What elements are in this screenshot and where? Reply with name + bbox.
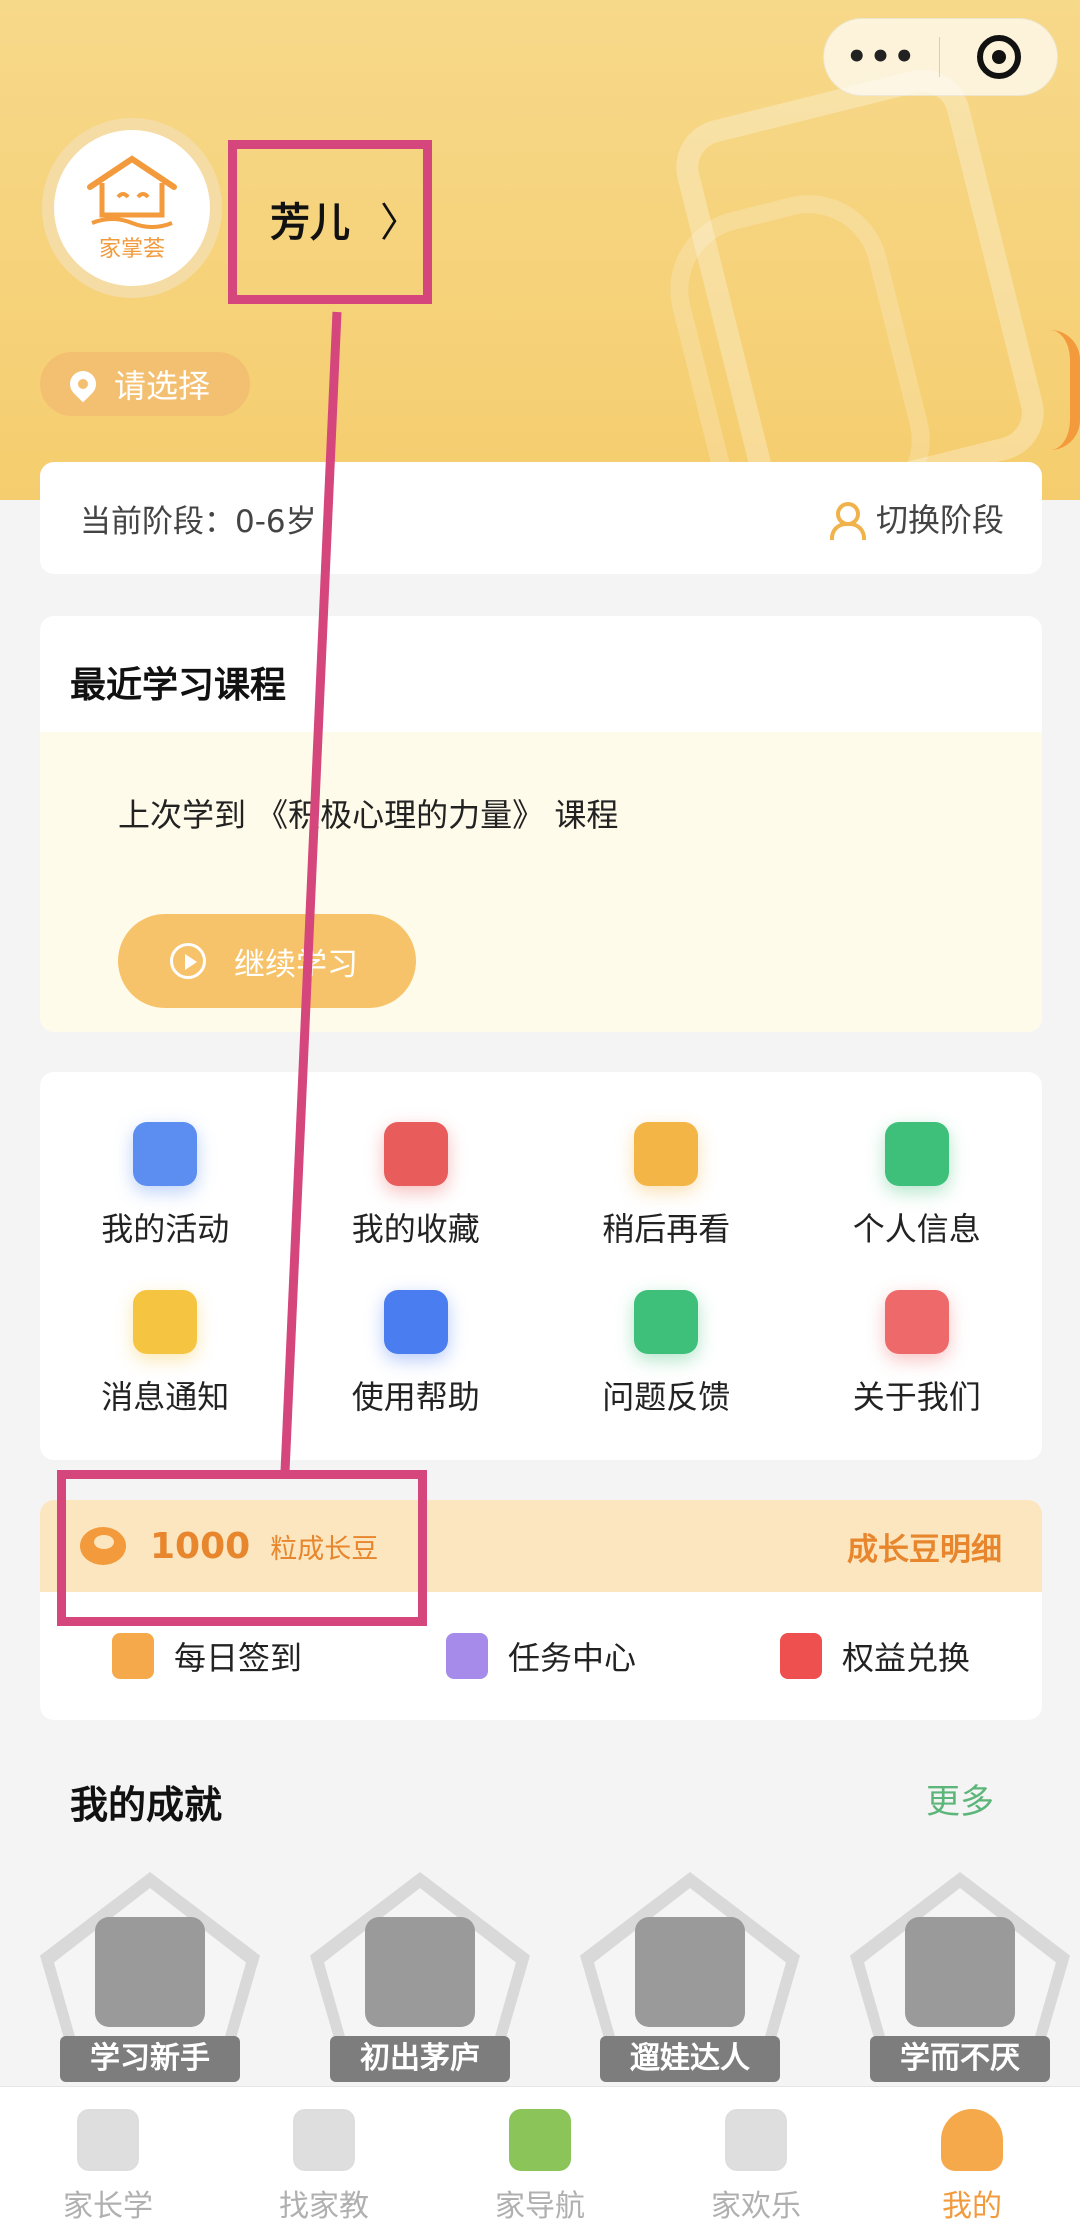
location-selector[interactable]: 请选择 [40,352,250,416]
feature-item[interactable]: 关于我们 [792,1270,1043,1438]
house-logo-icon [87,155,177,229]
more-dots-icon[interactable]: ••• [824,37,939,77]
badge-label: 初出茅庐 [330,2036,510,2082]
feature-item[interactable]: 稍后再看 [541,1102,792,1270]
badge-art-icon [905,1917,1015,2027]
beans-action-label: 任务中心 [507,1639,636,1677]
bottom-tab-bar: 家长学 找家教 家导航 家欢乐 我的 [0,2086,1080,2229]
tab-label: 找家教 [279,2189,369,2224]
tab-item[interactable]: 家导航 [432,2087,648,2229]
location-pin-icon [64,365,102,403]
current-stage: 当前阶段：0-6岁 [80,503,317,540]
user-icon [941,2109,1003,2171]
recent-course-body: 上次学到 《积极心理的力量》 课程 继续学习 [40,732,1042,1032]
feature-grid: 我的活动 我的收藏 稍后再看 个人信息消息通知 使用帮助 问题反馈 关于我们 [40,1072,1042,1460]
achievement-badge[interactable]: 学习新手 [40,1872,260,2082]
stage-card: 当前阶段：0-6岁 切换阶段 [40,462,1042,574]
help-doc-icon [383,1290,448,1354]
tab-item[interactable]: 找家教 [216,2087,432,2229]
id-card-icon [884,1122,949,1186]
feature-label: 使用帮助 [351,1378,480,1416]
document-search-icon [293,2109,355,2171]
feature-label: 我的活动 [101,1210,230,1248]
location-label: 请选择 [114,367,211,405]
user-card-icon [884,1290,949,1354]
tab-label: 家长学 [63,2189,153,2224]
feature-label: 稍后再看 [602,1210,731,1248]
graduation-cap-icon [77,2109,139,2171]
task-list-icon [445,1633,488,1679]
play-circle-icon [170,943,206,979]
feature-label: 关于我们 [852,1378,981,1416]
clipboard-check-icon [111,1633,154,1679]
tab-item[interactable]: 家长学 [0,2087,216,2229]
tab-item[interactable]: 我的 [864,2087,1080,2229]
beans-action[interactable]: 每日签到 [40,1633,374,1679]
achievements-title: 我的成就 [70,1783,223,1827]
switch-stage-label: 切换阶段 [875,501,1004,539]
continue-learning-label: 继续学习 [234,946,358,983]
watch-later-icon [634,1122,699,1186]
avatar[interactable]: 家掌荟 [42,118,222,298]
achievement-badge[interactable]: 学而不厌 [850,1872,1070,2082]
beans-action[interactable]: 权益兑换 [708,1633,1042,1679]
beans-action[interactable]: 任务中心 [374,1633,708,1679]
feature-label: 个人信息 [852,1210,981,1248]
badge-label: 学而不厌 [870,2036,1050,2082]
badge-art-icon [95,1917,205,2027]
feature-item[interactable]: 消息通知 [40,1270,291,1438]
badge-art-icon [635,1917,745,2027]
continue-learning-button[interactable]: 继续学习 [118,914,416,1008]
gift-icon [779,1633,822,1679]
tab-label: 家导航 [495,2189,585,2224]
achievements-more-link[interactable]: 更多 [926,1774,994,1823]
annotation-box-name [228,140,432,304]
achievement-badge[interactable]: 遛娃达人 [580,1872,800,2082]
feature-item[interactable]: 使用帮助 [291,1270,542,1438]
feature-item[interactable]: 问题反馈 [541,1270,792,1438]
target-icon [976,35,1021,79]
recent-course-title: 最近学习课程 [70,665,287,706]
badge-art-icon [365,1917,475,2027]
bean-detail-link[interactable]: 成长豆明细 [847,1524,1002,1569]
badge-label: 学习新手 [60,2036,240,2082]
heart-tag-icon [383,1122,448,1186]
achievement-badge[interactable]: 初出茅庐 [310,1872,530,2082]
avatar-logo: 家掌荟 [54,130,210,286]
feature-item[interactable]: 我的活动 [40,1102,291,1270]
person-switch-icon [828,500,866,540]
beans-action-label: 权益兑换 [841,1639,970,1677]
beans-action-label: 每日签到 [173,1639,302,1677]
avatar-brand-text: 家掌荟 [98,237,165,262]
annotation-box-beans [57,1470,427,1626]
calendar-icon [133,1122,198,1186]
map-pin-icon [725,2109,787,2171]
feature-label: 消息通知 [101,1378,230,1416]
feature-label: 问题反馈 [602,1378,731,1416]
tab-item[interactable]: 家欢乐 [648,2087,864,2229]
achievement-badges: 学习新手 初出茅庐 遛娃达人 学而不厌 [40,1872,1080,2082]
tab-label: 我的 [942,2189,1002,2224]
badge-label: 遛娃达人 [600,2036,780,2082]
decorative-curve [1050,330,1080,450]
close-button[interactable] [940,35,1057,79]
feature-label: 我的收藏 [351,1210,480,1248]
recent-course-card: 最近学习课程 上次学到 《积极心理的力量》 课程 继续学习 [40,616,1042,1032]
bell-icon [133,1290,198,1354]
feature-item[interactable]: 我的收藏 [291,1102,542,1270]
tab-label: 家欢乐 [711,2189,801,2224]
mini-program-capsule: ••• [823,18,1058,96]
switch-stage-button[interactable]: 切换阶段 [828,495,1004,541]
chat-bubble-icon [634,1290,699,1354]
feature-item[interactable]: 个人信息 [792,1102,1043,1270]
plant-hand-icon [509,2109,571,2171]
last-course-text: 上次学到 《积极心理的力量》 课程 [118,796,619,834]
